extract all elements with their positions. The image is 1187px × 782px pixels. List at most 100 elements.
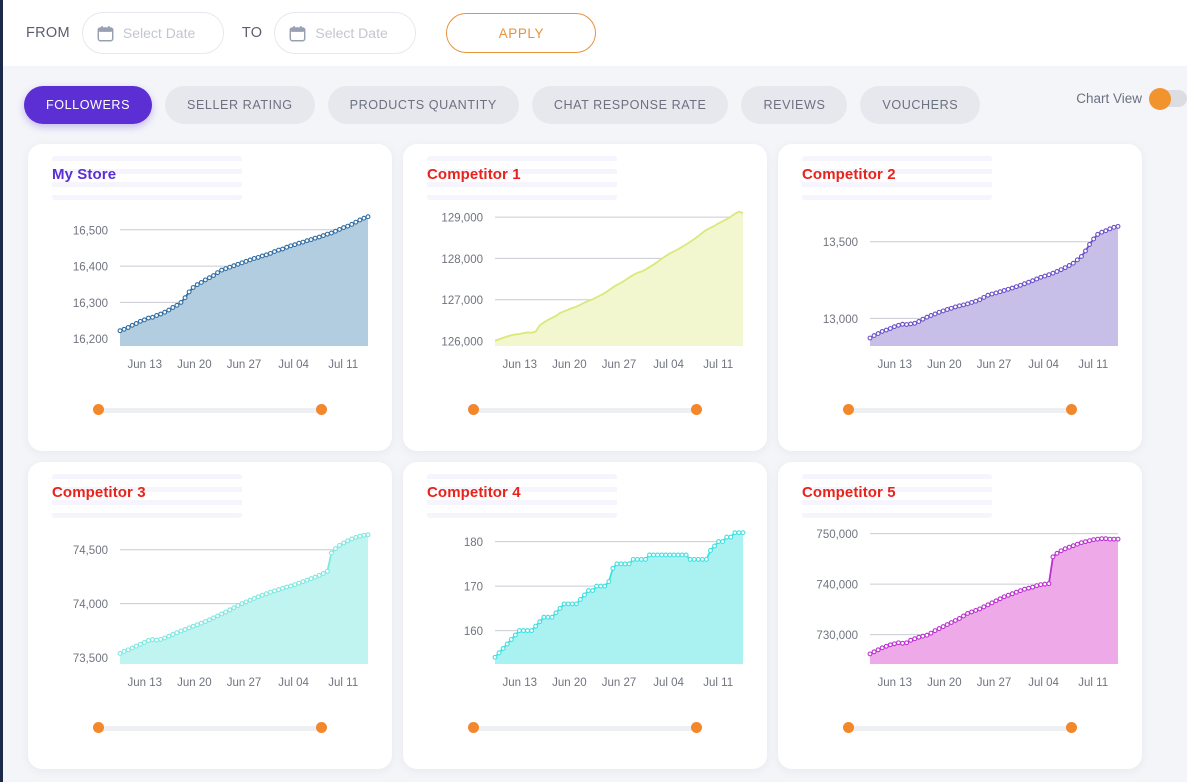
data-point-marker xyxy=(1083,248,1088,254)
data-point-marker xyxy=(944,307,950,312)
data-point-marker xyxy=(883,327,889,333)
data-point-marker xyxy=(312,574,318,580)
data-point-marker xyxy=(341,225,347,231)
tab-chat-response-rate[interactable]: CHAT RESPONSE RATE xyxy=(531,86,729,124)
data-point-marker xyxy=(545,614,551,620)
tab-vouchers[interactable]: VOUCHERS xyxy=(860,86,981,124)
slider-handle-start[interactable] xyxy=(843,722,854,733)
data-point-marker xyxy=(1026,585,1032,591)
data-point-marker xyxy=(1058,548,1064,554)
x-tick-label: Jun 27 xyxy=(227,677,262,689)
data-point-marker xyxy=(932,311,938,317)
data-point-marker xyxy=(215,270,221,276)
data-point-marker xyxy=(997,289,1003,295)
data-point-marker xyxy=(529,628,535,634)
data-point-marker xyxy=(630,556,636,562)
tab-seller-rating[interactable]: SELLER RATING xyxy=(165,86,315,124)
data-point-marker xyxy=(965,301,971,307)
slider-track[interactable] xyxy=(473,726,697,731)
data-point-marker xyxy=(312,235,318,241)
data-point-marker xyxy=(952,304,958,310)
slider-handle-start[interactable] xyxy=(468,404,479,415)
tab-products-quantity[interactable]: PRODUCTS QUANTITY xyxy=(327,86,519,124)
date-range-slider[interactable] xyxy=(403,721,767,735)
tab-reviews[interactable]: REVIEWS xyxy=(741,86,848,124)
card-title: Competitor 1 xyxy=(427,166,521,183)
data-point-marker xyxy=(590,588,596,594)
x-tick-label: Jul 04 xyxy=(653,677,684,689)
data-point-marker xyxy=(333,546,338,552)
x-tick-label: Jun 27 xyxy=(602,677,637,689)
x-tick-label: Jun 20 xyxy=(552,677,587,689)
data-point-marker xyxy=(1013,589,1019,595)
tab-followers[interactable]: FOLLOWERS xyxy=(24,86,153,124)
slider-handle-end[interactable] xyxy=(1066,722,1077,733)
data-point-marker xyxy=(728,534,734,540)
slider-handle-start[interactable] xyxy=(843,404,854,415)
data-point-marker xyxy=(333,228,338,234)
y-tick-label: 740,000 xyxy=(816,580,858,592)
data-point-marker xyxy=(186,625,192,631)
data-point-marker xyxy=(867,651,873,657)
competitor-card-grid: My Store 16,200 16,300 16,400 16,500 Jun 13 Ju… xyxy=(0,144,1187,782)
data-point-marker xyxy=(1091,537,1097,543)
area-chart: 13,000 13,500 Jun 13 Jun 20 Jun 27 Jul 04 Jul … xyxy=(823,223,1121,371)
data-point-marker xyxy=(875,647,881,653)
to-date-field[interactable]: Select Date xyxy=(274,12,417,54)
card-title: Competitor 4 xyxy=(427,484,521,501)
data-point-marker xyxy=(263,252,269,258)
slider-track[interactable] xyxy=(473,408,697,413)
slider-track[interactable] xyxy=(98,408,322,413)
date-range-slider[interactable] xyxy=(28,721,392,735)
tab-label: CHAT RESPONSE RATE xyxy=(553,98,707,112)
date-range-slider[interactable] xyxy=(778,721,1142,735)
slider-handle-start[interactable] xyxy=(468,722,479,733)
date-range-slider[interactable] xyxy=(28,403,392,417)
slider-handle-end[interactable] xyxy=(691,722,702,733)
slider-handle-start[interactable] xyxy=(93,404,104,415)
slider-track[interactable] xyxy=(848,408,1072,413)
chart-view-toggle[interactable] xyxy=(1149,87,1187,110)
date-range-slider[interactable] xyxy=(778,403,1142,417)
data-point-marker xyxy=(1074,541,1080,547)
data-point-marker xyxy=(1095,231,1101,237)
data-point-marker xyxy=(357,533,363,539)
to-date-input[interactable]: Select Date xyxy=(315,25,387,41)
data-point-marker xyxy=(908,637,914,643)
data-point-marker xyxy=(337,226,342,232)
slider-handle-end[interactable] xyxy=(691,404,702,415)
data-point-marker xyxy=(557,605,563,611)
data-point-marker xyxy=(166,307,172,313)
data-point-marker xyxy=(198,279,204,285)
data-point-marker xyxy=(365,532,371,538)
area-fill xyxy=(495,211,743,346)
apply-button[interactable]: APPLY xyxy=(446,13,597,53)
slider-track[interactable] xyxy=(848,726,1072,731)
slider-handle-start[interactable] xyxy=(93,722,104,733)
data-point-marker xyxy=(691,556,697,562)
data-point-marker xyxy=(337,542,342,548)
slider-handle-end[interactable] xyxy=(316,404,327,415)
data-point-marker xyxy=(158,636,164,642)
data-point-marker xyxy=(512,632,518,638)
area-chart: 126,000 127,000 128,000 129,000 Jun 13 Jun 20… xyxy=(441,210,744,371)
data-point-marker xyxy=(292,582,298,588)
data-point-marker xyxy=(537,619,543,625)
toggle-knob xyxy=(1149,87,1171,110)
data-point-marker xyxy=(186,289,192,295)
data-point-marker xyxy=(288,583,294,589)
data-point-marker xyxy=(1062,265,1068,271)
data-point-marker xyxy=(896,640,901,646)
date-range-slider[interactable] xyxy=(403,403,767,417)
data-point-marker xyxy=(1115,223,1121,229)
slider-handle-end[interactable] xyxy=(1066,404,1077,415)
slider-track[interactable] xyxy=(98,726,322,731)
slider-handle-end[interactable] xyxy=(316,722,327,733)
data-point-marker xyxy=(626,561,632,567)
from-date-input[interactable]: Select Date xyxy=(123,25,195,41)
data-point-marker xyxy=(981,604,987,610)
metric-card: Competitor 1 126,000 127,000 128,000 129,000… xyxy=(403,144,767,451)
from-date-field[interactable]: Select Date xyxy=(81,12,224,54)
x-tick-label: Jun 20 xyxy=(177,359,212,371)
data-point-marker xyxy=(182,627,188,632)
